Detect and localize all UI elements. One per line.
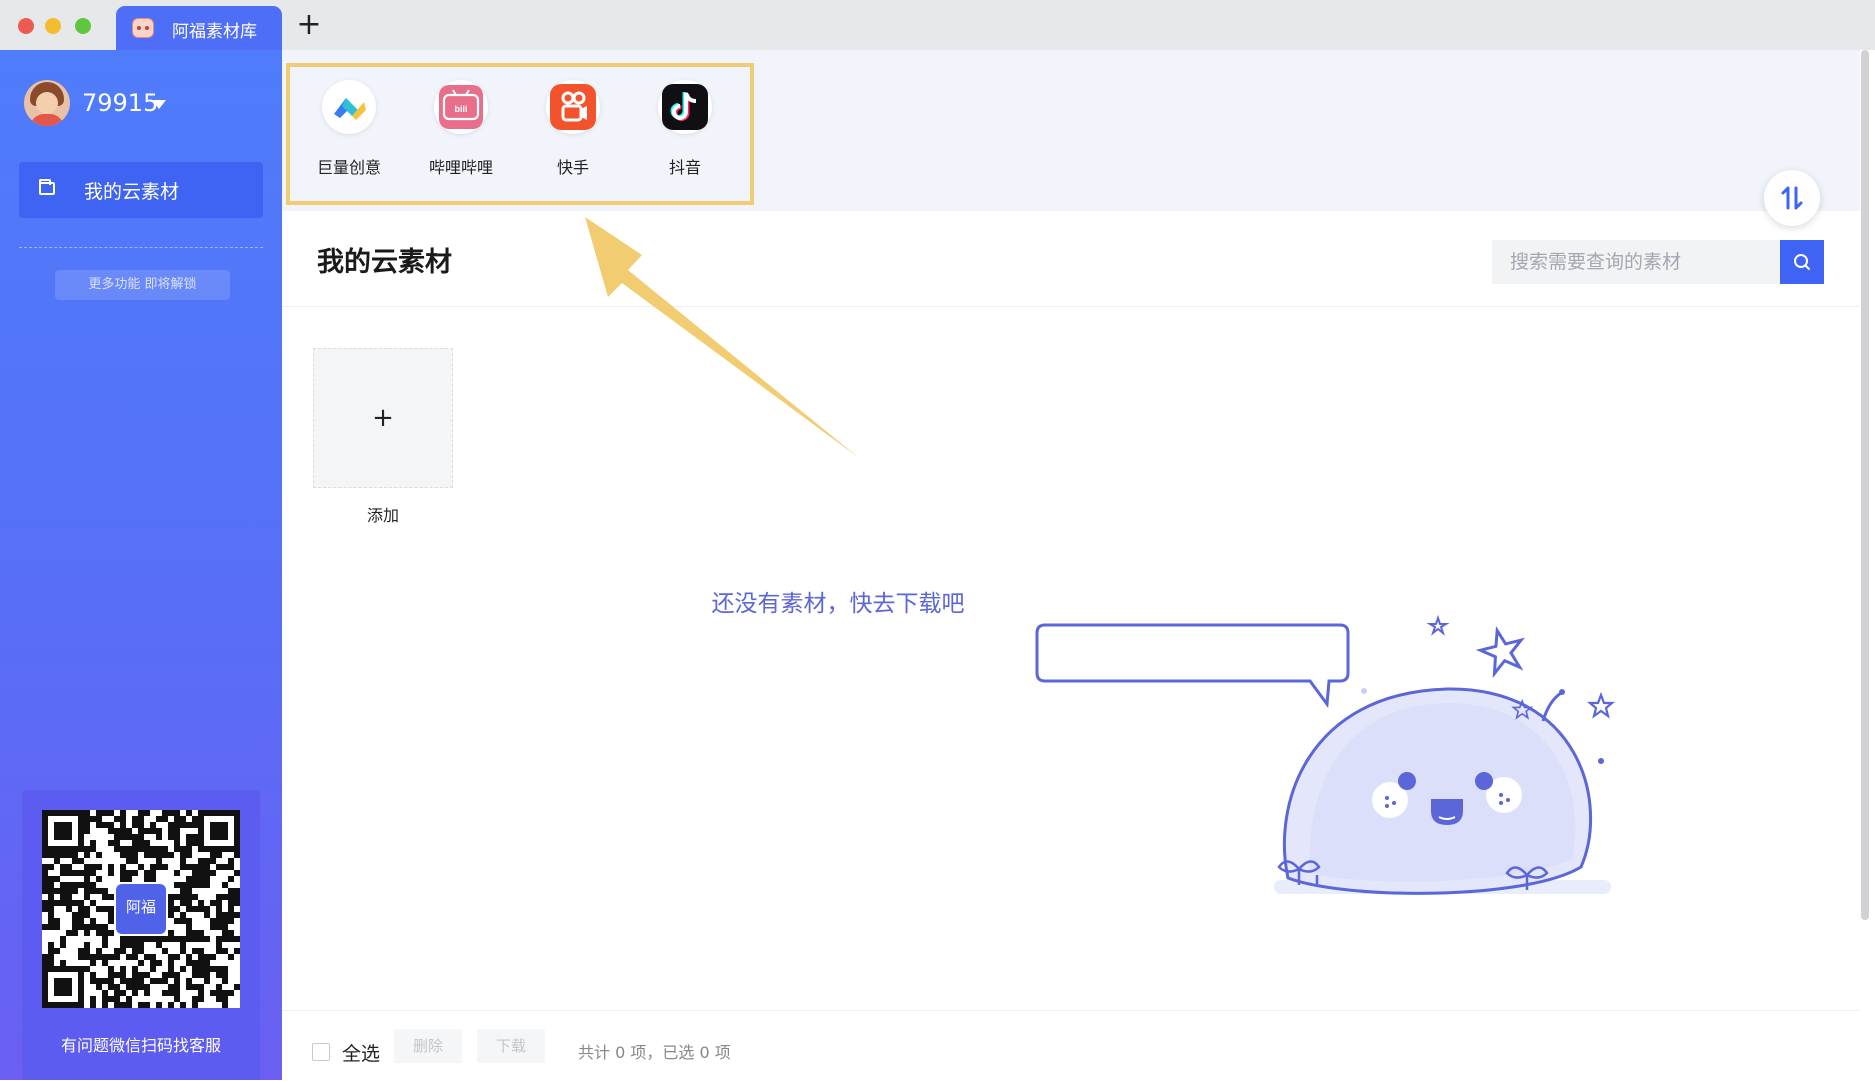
annotation-arrow-icon	[585, 217, 859, 458]
customer-service-qr-panel: 阿福 有问题微信扫码找客服	[22, 790, 260, 1080]
folder-icon	[39, 179, 55, 195]
avatar[interactable]	[24, 80, 70, 126]
sidebar-item-label: 我的云素材	[84, 181, 180, 203]
svg-text:阿福: 阿福	[126, 898, 156, 916]
username[interactable]: 79915	[82, 89, 158, 117]
minimize-window-button[interactable]	[45, 18, 61, 34]
sidebar-item-my-cloud-materials[interactable]: 我的云素材	[19, 162, 263, 218]
sort-arrows-icon	[1781, 186, 1803, 210]
download-button[interactable]: 下载	[477, 1029, 545, 1063]
search-button[interactable]	[1780, 240, 1824, 284]
tab-title: 阿福素材库	[172, 22, 257, 42]
sort-toggle-button[interactable]	[1764, 170, 1820, 226]
search-box	[1492, 240, 1780, 284]
qr-code-image: 阿福	[42, 810, 240, 1008]
close-window-button[interactable]	[18, 18, 34, 34]
maximize-window-button[interactable]	[75, 18, 91, 34]
sidebar: 79915 我的云素材 更多功能 即将解锁 阿福 有问题微信扫码找客服	[0, 50, 282, 1080]
empty-state-illustration	[1035, 614, 1616, 895]
tab-afu-library[interactable]: 阿福素材库	[116, 6, 282, 50]
scrollbar[interactable]	[1861, 50, 1869, 920]
search-icon	[1794, 254, 1810, 270]
new-tab-button[interactable]: +	[292, 8, 326, 42]
select-all-label[interactable]: 全选	[342, 1039, 380, 1066]
delete-button[interactable]: 删除	[394, 1029, 462, 1063]
qr-caption: 有问题微信扫码找客服	[60, 1036, 221, 1055]
select-all-checkbox[interactable]	[312, 1043, 330, 1061]
sidebar-divider	[19, 247, 263, 248]
main-area: 巨量创意 bili 哔哩哔哩 快手 抖音 我的云素材 搜索需要查询的素材 + 添…	[282, 50, 1875, 1081]
pig-logo-icon	[132, 18, 154, 38]
title-bar: 阿福素材库 +	[0, 0, 1875, 51]
add-label: 添加	[366, 506, 399, 525]
search-input[interactable]	[1492, 240, 1780, 284]
chevron-down-icon[interactable]	[152, 100, 166, 109]
selection-stats: 共计 0 项，已选 0 项	[578, 1043, 731, 1062]
empty-state-message: 还没有素材，快去下载吧	[711, 591, 965, 617]
bottom-toolbar: 全选 删除 下载 共计 0 项，已选 0 项	[282, 1010, 1860, 1081]
unlock-more-features-button[interactable]: 更多功能 即将解锁	[55, 270, 230, 300]
